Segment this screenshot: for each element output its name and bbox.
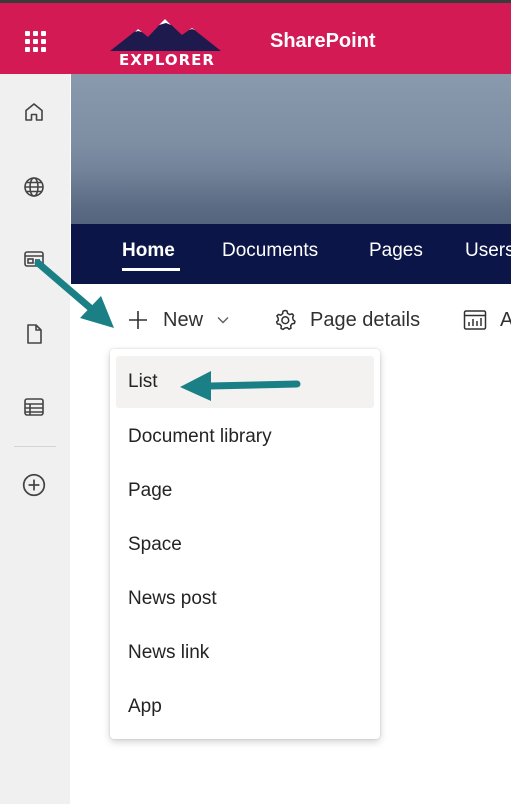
menu-item-space[interactable]: Space (116, 519, 374, 571)
app-bar (0, 74, 70, 804)
suite-header: EXPLORER SharePoint (0, 0, 511, 74)
nav-home[interactable]: Home (122, 240, 175, 262)
menu-item-app[interactable]: App (116, 681, 374, 733)
mountain-logo-icon (110, 19, 221, 51)
nav-users[interactable]: Users (465, 240, 511, 262)
logo-wordmark: EXPLORER (119, 51, 215, 69)
analytics-label: Analytics (500, 308, 511, 331)
site-logo[interactable]: EXPLORER (108, 15, 223, 73)
nav-documents[interactable]: Documents (222, 240, 318, 262)
waffle-icon (24, 31, 46, 52)
globe-icon[interactable] (20, 173, 48, 201)
menu-item-document-library[interactable]: Document library (116, 411, 374, 463)
menu-item-news-post[interactable]: News post (116, 573, 374, 625)
chevron-down-icon (217, 317, 229, 324)
new-button[interactable]: New (127, 304, 229, 336)
rail-divider (14, 446, 56, 447)
menu-item-list[interactable]: List (116, 356, 374, 408)
sharepoint-brand-label[interactable]: SharePoint (270, 30, 376, 53)
new-dropdown-menu: List Document library Page Space News po… (110, 349, 380, 739)
site-navigation: Home Documents Pages Users (71, 224, 511, 284)
page-details-label: Page details (310, 308, 421, 331)
new-button-label: New (163, 308, 204, 331)
news-feed-icon[interactable] (20, 245, 48, 273)
analytics-button[interactable]: Analytics (463, 304, 511, 336)
add-circle-icon[interactable] (20, 471, 48, 499)
site-header-banner (71, 74, 511, 224)
nav-active-indicator (122, 268, 180, 271)
menu-item-page[interactable]: Page (116, 465, 374, 517)
banner-image-overlay (71, 169, 511, 224)
file-icon[interactable] (20, 320, 48, 348)
page-details-button[interactable]: Page details (273, 304, 420, 336)
menu-item-news-link[interactable]: News link (116, 627, 374, 679)
gear-icon (275, 309, 296, 331)
nav-pages[interactable]: Pages (369, 240, 423, 262)
analytics-icon (463, 310, 487, 330)
home-icon[interactable] (20, 98, 48, 126)
plus-icon (129, 311, 147, 329)
app-launcher-button[interactable] (0, 6, 70, 77)
lists-icon[interactable] (20, 393, 48, 421)
